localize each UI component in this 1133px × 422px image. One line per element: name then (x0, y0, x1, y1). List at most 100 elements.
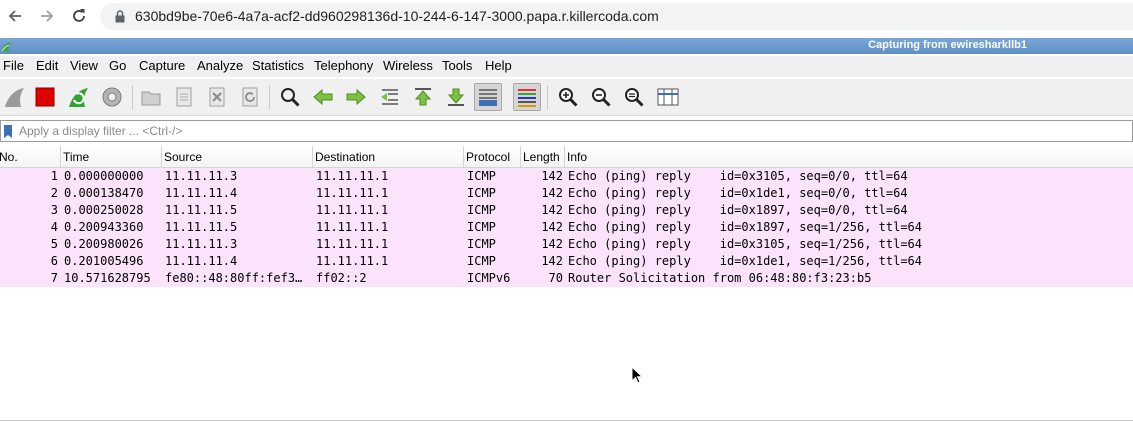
start-capture-button[interactable] (0, 83, 28, 111)
stop-capture-icon (35, 87, 55, 107)
back-button[interactable] (3, 4, 27, 28)
resize-columns-button[interactable] (654, 83, 682, 111)
column-divider[interactable] (161, 146, 162, 168)
autoscroll-button[interactable] (474, 83, 502, 111)
toolbar-separator (132, 85, 133, 109)
menu-edit[interactable]: Edit (36, 58, 58, 73)
menu-tools[interactable]: Tools (442, 58, 472, 73)
arrow-right-icon (41, 10, 54, 22)
go-last-icon (447, 88, 465, 106)
column-header-protocol[interactable]: Protocol (466, 150, 510, 164)
go-last-button[interactable] (442, 83, 470, 111)
go-back-button[interactable] (309, 83, 337, 111)
packet-protocol: ICMP (467, 237, 496, 251)
zoom-out-button[interactable] (587, 83, 615, 111)
autoscroll-icon (479, 89, 497, 106)
packet-no: 7 (50, 271, 58, 285)
packet-no: 6 (50, 254, 58, 268)
forward-button[interactable] (35, 4, 59, 28)
zoom-normal-button[interactable] (620, 83, 648, 111)
packet-protocol: ICMP (467, 254, 496, 268)
save-file-button[interactable] (170, 83, 198, 111)
resize-columns-icon (657, 88, 679, 106)
column-divider[interactable] (520, 146, 521, 168)
column-header-no[interactable]: No. (0, 150, 18, 164)
packet-row[interactable]: 6 0.201005496 11.11.11.4 11.11.11.1 ICMP… (0, 253, 1133, 270)
packet-row[interactable]: 2 0.000138470 11.11.11.4 11.11.11.1 ICMP… (0, 185, 1133, 202)
packet-source: 11.11.11.5 (165, 203, 238, 217)
column-header-info[interactable]: Info (567, 150, 587, 164)
find-packet-button[interactable] (276, 83, 304, 111)
packet-no: 1 (50, 169, 58, 183)
display-filter-input[interactable] (19, 122, 1119, 140)
capture-options-button[interactable] (98, 83, 126, 111)
address-bar[interactable]: 630bd9be-70e6-4a7a-acf2-dd960298136d-10-… (100, 3, 1133, 30)
packet-row[interactable]: 3 0.000250028 11.11.11.5 11.11.11.1 ICMP… (0, 202, 1133, 219)
packet-source: 11.11.11.3 (165, 169, 238, 183)
packet-time: 10.571628795 (64, 271, 151, 285)
packet-row[interactable]: 1 0.000000000 11.11.11.3 11.11.11.1 ICMP… (0, 168, 1133, 185)
close-file-button[interactable] (203, 83, 231, 111)
packet-length: 142 (541, 237, 563, 251)
menu-analyze[interactable]: Analyze (197, 58, 243, 73)
menu-go[interactable]: Go (109, 58, 126, 73)
colorize-button[interactable] (513, 83, 541, 111)
reload-file-icon (242, 87, 258, 107)
menu-statistics[interactable]: Statistics (252, 58, 304, 73)
restart-capture-button[interactable] (64, 83, 92, 111)
bookmark-icon[interactable] (3, 124, 13, 139)
packet-info: Echo (ping) reply id=0x1897, seq=1/256, … (568, 220, 923, 234)
packet-row[interactable]: 5 0.200980026 11.11.11.3 11.11.11.1 ICMP… (0, 236, 1133, 253)
packet-info: Router Solicitation from 06:48:80:f3:23:… (568, 271, 872, 285)
menu-wireless[interactable]: Wireless (383, 58, 433, 73)
go-back-icon (313, 88, 333, 106)
reload-button[interactable] (67, 4, 91, 28)
menu-capture[interactable]: Capture (139, 58, 185, 73)
zoom-in-button[interactable] (554, 83, 582, 111)
packet-protocol: ICMPv6 (467, 271, 511, 285)
packet-no: 4 (50, 220, 58, 234)
window-title: Capturing from ewiresharkllb1 (868, 39, 1027, 51)
column-header-source[interactable]: Source (164, 150, 202, 164)
packet-length: 142 (541, 220, 563, 234)
packet-protocol: ICMP (467, 220, 496, 234)
shark-fin-start-icon (5, 88, 24, 107)
packet-source: 11.11.11.4 (165, 254, 238, 268)
open-file-button[interactable] (137, 83, 165, 111)
go-forward-icon (346, 88, 366, 106)
column-header-destination[interactable]: Destination (315, 150, 375, 164)
open-file-icon (141, 91, 161, 106)
packet-length: 70 (548, 271, 563, 285)
mouse-cursor-icon (631, 366, 643, 384)
packet-source: fe80::48:80ff:fef3… (165, 271, 303, 285)
go-forward-button[interactable] (342, 83, 370, 111)
column-divider[interactable] (312, 146, 313, 168)
column-divider[interactable] (463, 146, 464, 168)
packet-no: 5 (50, 237, 58, 251)
url-text: 630bd9be-70e6-4a7a-acf2-dd960298136d-10-… (135, 8, 659, 24)
go-first-button[interactable] (409, 83, 437, 111)
reload-file-button[interactable] (236, 83, 264, 111)
packet-time: 0.000000000 (64, 169, 144, 183)
packet-time: 0.200943360 (64, 220, 144, 234)
zoom-normal-icon (625, 88, 644, 107)
packet-length: 142 (541, 186, 563, 200)
packet-row[interactable]: 7 10.571628795 fe80::48:80ff:fef3… ff02:… (0, 270, 1133, 287)
column-divider[interactable] (60, 146, 61, 168)
packet-time: 0.000250028 (64, 203, 144, 217)
column-header-length[interactable]: Length (523, 150, 560, 164)
menu-telephony[interactable]: Telephony (314, 58, 373, 73)
column-divider[interactable] (564, 146, 565, 168)
packet-length: 142 (541, 169, 563, 183)
packet-destination: 11.11.11.1 (316, 237, 389, 251)
go-to-packet-button[interactable] (376, 83, 404, 111)
pane-divider[interactable] (0, 420, 1133, 421)
stop-capture-button[interactable] (31, 83, 59, 111)
packet-row[interactable]: 4 0.200943360 11.11.11.5 11.11.11.1 ICMP… (0, 219, 1133, 236)
menu-help[interactable]: Help (485, 58, 512, 73)
menu-file[interactable]: File (3, 58, 24, 73)
column-header-time[interactable]: Time (63, 150, 89, 164)
packet-info: Echo (ping) reply id=0x1de1, seq=1/256, … (568, 254, 923, 268)
packet-no: 2 (50, 186, 58, 200)
menu-view[interactable]: View (70, 58, 98, 73)
